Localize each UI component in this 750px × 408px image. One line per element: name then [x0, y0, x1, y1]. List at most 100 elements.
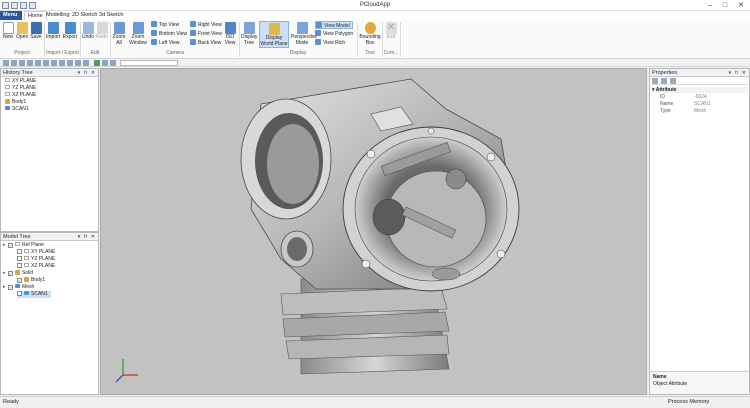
display-world-plane-button[interactable]: Display World Plane [259, 21, 289, 48]
display-tree-button[interactable]: Display Tree [241, 22, 257, 46]
maximize-button[interactable]: □ [720, 1, 730, 10]
close-button[interactable]: ✕ [736, 1, 746, 10]
tab-menu[interactable]: Menu [0, 11, 22, 20]
attribute-section[interactable]: ▾ Attribute [652, 87, 748, 93]
3d-viewport[interactable] [100, 68, 647, 395]
group-label-project: Project [14, 50, 30, 56]
bounding-box-label: Bounding Box [359, 34, 381, 46]
wireframe-icon[interactable] [75, 60, 81, 66]
scan-icon [5, 106, 10, 110]
visibility-checkbox[interactable]: ✓ [17, 278, 22, 283]
save-button[interactable]: Save [30, 22, 42, 41]
visibility-checkbox[interactable] [17, 291, 22, 296]
plane-icon [24, 256, 29, 260]
iso-view-button[interactable]: ISO View [224, 22, 236, 46]
exit-icon: ✕ [385, 22, 397, 34]
view-top-icon[interactable] [35, 60, 41, 66]
visibility-checkbox[interactable] [17, 249, 22, 254]
back-view-button[interactable]: Back View [190, 39, 221, 47]
zoom-window-button[interactable]: Zoom Window [128, 22, 148, 46]
description-title: Name [653, 374, 667, 380]
right-view-label: Right View [198, 22, 222, 28]
group-label-import-export: Import / Export [46, 50, 79, 56]
edges-icon[interactable] [83, 60, 89, 66]
alphabetical-icon[interactable] [661, 78, 667, 84]
mesh-folder-icon [15, 284, 20, 288]
new-button[interactable]: New [2, 22, 14, 41]
view-right-icon[interactable] [27, 60, 33, 66]
import-button[interactable]: Import [46, 22, 60, 41]
right-view-icon [190, 21, 196, 27]
panel-buttons[interactable]: ▾ ⊓ ✕ [729, 69, 747, 77]
view-rich-button[interactable]: View Rich [315, 39, 345, 47]
view-toolbar [0, 59, 750, 67]
property-row: Type Mesh [660, 108, 748, 114]
minimize-button[interactable]: – [705, 1, 715, 10]
tree-node-plane[interactable]: XY PLANE [17, 249, 55, 256]
filter-icon[interactable] [102, 60, 108, 66]
view-model-button[interactable]: View Model [315, 21, 353, 29]
bounding-box-button[interactable]: Bounding Box [359, 22, 381, 46]
history-item[interactable]: YZ PLANE [5, 85, 36, 92]
open-button[interactable]: Open [16, 22, 28, 41]
import-label: Import [46, 34, 61, 40]
front-view-icon [190, 30, 196, 36]
history-item[interactable]: XY PLANE [5, 78, 36, 85]
top-view-button[interactable]: Top View [151, 21, 179, 29]
view-left-icon[interactable] [19, 60, 25, 66]
panel-buttons[interactable]: ▾ ⊓ ✕ [78, 69, 96, 77]
bottom-view-button[interactable]: Bottom View [151, 30, 187, 38]
model-tree-title: Model Tree [3, 234, 31, 240]
tree-node-scan-selected[interactable]: SCAN1 [17, 291, 51, 298]
tree-node-ref-plane[interactable]: ▸ ✓ Ref Plane [3, 242, 44, 249]
tree-icon [243, 22, 255, 34]
export-button[interactable]: Export [62, 22, 78, 41]
history-item[interactable]: XZ PLANE [5, 92, 36, 99]
tree-node-solid[interactable]: ▸ ✓ Solid [3, 270, 33, 277]
right-view-button[interactable]: Right View [190, 21, 222, 29]
tree-node-plane[interactable]: YZ PLANE [17, 256, 55, 263]
export-label: Export [62, 34, 78, 40]
visibility-checkbox[interactable]: ✓ [8, 271, 13, 276]
view-iso-icon[interactable] [51, 60, 57, 66]
select-icon[interactable] [94, 60, 100, 66]
floppy-icon [30, 22, 42, 34]
undo-button[interactable]: Undo [82, 22, 94, 41]
view-polygon-button[interactable]: View Polygon [315, 30, 353, 38]
front-view-button[interactable]: Front View [190, 30, 222, 38]
panel-buttons[interactable]: ▾ ⊓ ✕ [78, 233, 96, 241]
redo-button[interactable]: Redo [96, 22, 108, 41]
tree-node-mesh[interactable]: ▸ ✓ Mesh [3, 284, 34, 291]
property-pages-icon[interactable] [670, 78, 676, 84]
group-divider [400, 22, 401, 57]
categorized-icon[interactable] [652, 78, 658, 84]
property-row: ID -9024 [660, 94, 748, 100]
visibility-checkbox[interactable]: ✓ [8, 285, 13, 290]
left-view-button[interactable]: Left View [151, 39, 179, 47]
new-file-icon [2, 22, 14, 34]
visibility-checkbox[interactable] [17, 256, 22, 261]
plane-icon [5, 92, 10, 96]
tree-node-body[interactable]: ✓ Body1 [17, 277, 45, 284]
visibility-checkbox[interactable]: ✓ [8, 243, 13, 248]
snap-icon[interactable] [110, 60, 116, 66]
visibility-checkbox[interactable] [17, 263, 22, 268]
perspective-mode-button[interactable]: Perspective Mode [291, 22, 317, 46]
tree-node-plane[interactable]: XZ PLANE [17, 263, 55, 270]
exit-button[interactable]: ✕ Exit [384, 22, 398, 41]
undo-label: Undo [82, 34, 94, 40]
view-front-icon[interactable] [3, 60, 9, 66]
history-item[interactable]: Body1 [5, 99, 26, 106]
tree-node-label: YZ PLANE [31, 256, 56, 262]
history-item[interactable]: SCAN1 [5, 106, 29, 113]
axis-triad-icon [115, 359, 138, 383]
view-back-icon[interactable] [11, 60, 17, 66]
shade-icon[interactable] [67, 60, 73, 66]
selection-filter-dropdown[interactable] [120, 60, 178, 66]
view-bottom-icon[interactable] [43, 60, 49, 66]
properties-toolbar [652, 78, 748, 85]
model-tree-panel: Model Tree ▾ ⊓ ✕ ▸ ✓ Ref Plane XY PLANE YZ… [0, 232, 99, 395]
zoom-all-button[interactable]: Zoom All [112, 22, 126, 46]
tab-3d-sketch[interactable]: 3d Sketch [96, 11, 126, 20]
view-fit-icon[interactable] [59, 60, 65, 66]
